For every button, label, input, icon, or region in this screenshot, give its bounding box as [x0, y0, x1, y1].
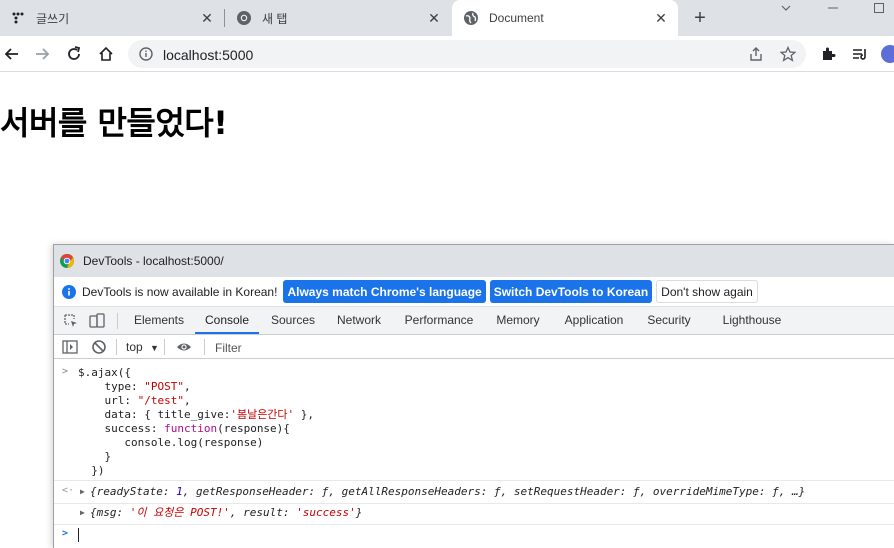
toolbar-divider — [204, 339, 205, 355]
tab-new-tab[interactable]: 새 탭 ✕ — [225, 0, 451, 36]
devtools-language-infobar: DevTools is now available in Korean! Alw… — [54, 277, 894, 307]
code-line: console.log(response) — [78, 436, 264, 449]
chrome-logo-icon — [59, 253, 75, 269]
maximize-icon[interactable] — [873, 2, 885, 16]
text-cursor — [78, 528, 79, 542]
info-icon — [62, 284, 76, 299]
code-line: url: "/test", — [78, 394, 191, 407]
context-selector[interactable]: top ▼ — [126, 340, 159, 354]
devtools-window: DevTools - localhost:5000/ DevTools is n… — [53, 244, 894, 548]
close-icon[interactable]: ✕ — [654, 11, 668, 25]
url-text[interactable]: localhost:5000 — [163, 47, 253, 63]
return-arrow-icon: <· — [62, 485, 75, 496]
devtools-panel-tabs: Elements Console Sources Network Perform… — [54, 307, 894, 335]
globe-icon — [463, 10, 479, 26]
expand-triangle-icon[interactable]: ▶ — [80, 487, 85, 496]
console-filter-bar: top ▼ Filter — [54, 335, 894, 359]
code-line: }) — [78, 464, 105, 477]
code-line: } — [78, 450, 112, 463]
tab-search-icon[interactable] — [780, 2, 792, 16]
tab-title: Document — [489, 11, 544, 25]
entry-divider — [54, 503, 894, 504]
dont-show-again-button[interactable]: Don't show again — [656, 280, 758, 303]
tab-write[interactable]: 글쓰기 ✕ — [0, 0, 224, 36]
tab-security[interactable]: Security — [639, 307, 699, 334]
media-queue-icon[interactable] — [850, 44, 870, 64]
infobar-message: DevTools is now available in Korean! — [82, 284, 278, 299]
toolbar-divider — [116, 339, 117, 355]
tab-title: 새 탭 — [262, 11, 288, 26]
entry-divider — [54, 524, 894, 525]
devtools-title: DevTools - localhost:5000/ — [83, 254, 224, 268]
context-label: top — [126, 340, 143, 354]
avatar[interactable] — [880, 44, 894, 64]
bookmark-star-icon[interactable] — [779, 45, 797, 62]
reload-icon[interactable] — [64, 44, 84, 64]
code-line: success: function(response){ — [78, 422, 290, 435]
toolbar-divider — [117, 313, 118, 329]
tab-title: 글쓰기 — [36, 11, 70, 26]
entry-divider — [54, 480, 894, 481]
browser-tab-strip: 글쓰기 ✕ 새 탭 ✕ Document ✕ + — [0, 0, 894, 36]
return-value-text: {readyState: 1, getResponseHeader: ƒ, ge… — [90, 485, 806, 498]
tab-performance[interactable]: Performance — [397, 307, 481, 334]
tab-sources[interactable]: Sources — [264, 307, 322, 334]
extensions-icon[interactable] — [818, 44, 838, 64]
input-chevron-icon: > — [62, 366, 69, 377]
site-info-icon[interactable] — [139, 47, 153, 61]
new-tab-button[interactable]: + — [690, 8, 710, 28]
expand-triangle-icon[interactable]: ▶ — [80, 508, 85, 517]
log-object-text: {msg: '이 요청은 POST!', result: 'success'} — [90, 506, 363, 519]
dots-logo-icon — [10, 10, 26, 26]
tab-document[interactable]: Document ✕ — [452, 0, 678, 36]
always-match-language-button[interactable]: Always match Chrome's language — [283, 280, 486, 303]
forward-icon[interactable] — [32, 44, 52, 64]
code-line: data: { title_give:'봄날은간다' }, — [78, 408, 315, 421]
page-heading: 서버를 만들었다! — [0, 104, 228, 142]
sidebar-toggle-icon[interactable] — [62, 339, 78, 355]
minimize-icon[interactable] — [827, 0, 839, 14]
switch-to-korean-button[interactable]: Switch DevTools to Korean — [489, 280, 653, 303]
code-line: $.ajax({ — [78, 366, 131, 379]
address-bar[interactable]: localhost:5000 — [128, 40, 806, 68]
chrome-icon — [236, 10, 252, 26]
prompt-chevron-icon: > — [62, 528, 69, 539]
console-output: > $.ajax({ type: "POST", url: "/test", d… — [54, 360, 894, 548]
tab-elements[interactable]: Elements — [127, 307, 191, 334]
filter-input[interactable]: Filter — [215, 341, 242, 355]
home-icon[interactable] — [96, 44, 116, 64]
close-icon[interactable]: ✕ — [200, 11, 214, 25]
tab-memory[interactable]: Memory — [490, 307, 546, 334]
clear-console-icon[interactable] — [91, 339, 107, 355]
code-line: type: "POST", — [78, 380, 191, 393]
tab-lighthouse[interactable]: Lighthouse — [714, 307, 790, 334]
close-icon[interactable]: ✕ — [427, 11, 441, 25]
back-icon[interactable] — [2, 44, 22, 64]
inspect-element-icon[interactable] — [63, 313, 79, 329]
device-toolbar-icon[interactable] — [89, 313, 105, 329]
dropdown-arrow-icon: ▼ — [150, 343, 159, 353]
share-icon[interactable] — [748, 46, 764, 62]
live-expression-eye-icon[interactable] — [176, 339, 192, 355]
tab-network[interactable]: Network — [329, 307, 389, 334]
toolbar-divider — [164, 339, 165, 355]
tab-console[interactable]: Console — [195, 307, 259, 334]
devtools-titlebar: DevTools - localhost:5000/ — [54, 245, 894, 277]
tab-application[interactable]: Application — [556, 307, 632, 334]
